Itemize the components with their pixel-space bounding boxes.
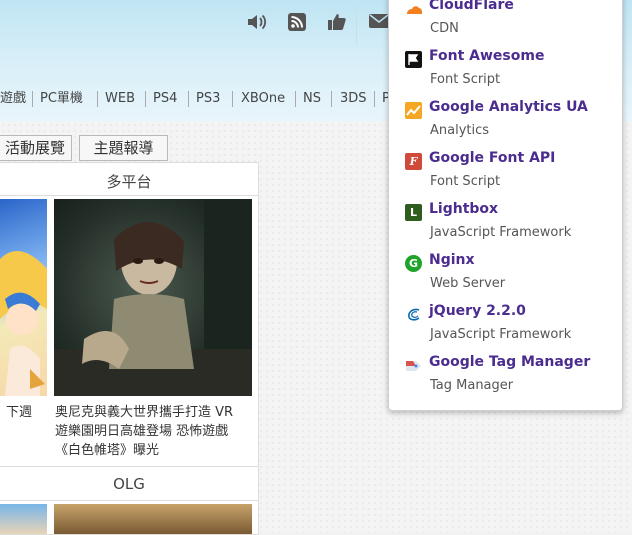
tech-detection-popup: CloudFlare CDN Font Awesome Font Script …	[388, 0, 623, 411]
tech-category: JavaScript Framework	[430, 327, 572, 342]
caption-line: 遊樂園明日高雄登場 恐怖遊戲	[55, 424, 229, 439]
tech-item[interactable]: jQuery 2.2.0 JavaScript Framework	[405, 303, 615, 351]
font-awesome-icon	[405, 51, 422, 68]
tech-name: Nginx	[429, 252, 475, 268]
caption-line: 《白色帷塔》曝光	[55, 443, 160, 458]
jquery-icon	[405, 306, 422, 323]
nav-divider	[295, 91, 296, 107]
left-caption[interactable]: 下週	[6, 403, 32, 422]
horror-game-thumbnail[interactable]	[54, 199, 252, 396]
nav-divider	[331, 91, 332, 107]
tech-category: Tag Manager	[430, 378, 514, 393]
tech-category: Web Server	[430, 276, 506, 291]
section-title-multiplatform: 多平台	[106, 173, 152, 191]
tech-category: CDN	[430, 21, 459, 36]
tech-name: CloudFlare	[429, 0, 514, 13]
right-caption[interactable]: 奥尼克與義大世界攜手打造 VR 遊樂園明日高雄登場 恐怖遊戲 《白色帷塔》曝光	[55, 403, 255, 460]
tech-item[interactable]: Font Awesome Font Script	[405, 48, 615, 96]
olg-thumbnail-left[interactable]	[0, 504, 47, 534]
nav-item[interactable]: PS3	[196, 88, 220, 110]
nav-item[interactable]: PC單機	[40, 88, 83, 110]
tech-item[interactable]: G Nginx Web Server	[405, 252, 615, 300]
anime-thumbnail[interactable]	[0, 199, 47, 396]
nav-divider	[232, 91, 233, 107]
google-analytics-icon	[405, 102, 422, 119]
thumbs-up-icon[interactable]	[324, 10, 350, 36]
tech-item[interactable]: CloudFlare CDN	[405, 0, 615, 45]
nav-divider	[145, 91, 146, 107]
header-divider	[356, 4, 357, 44]
nginx-icon: G	[405, 255, 422, 272]
nav-item[interactable]: 遊戲	[0, 88, 26, 110]
section-title-olg: OLG	[113, 475, 145, 493]
divider	[0, 466, 258, 467]
tech-name: jQuery 2.2.0	[429, 303, 526, 319]
tech-category: Font Script	[430, 72, 501, 87]
tech-name: Google Font API	[429, 150, 556, 166]
google-tag-manager-icon	[405, 357, 422, 374]
tech-category: JavaScript Framework	[430, 225, 572, 240]
olg-thumbnail-right[interactable]	[54, 504, 252, 534]
rss-icon[interactable]	[284, 10, 310, 36]
tech-item[interactable]: F Google Font API Font Script	[405, 150, 615, 198]
tab-features[interactable]: 主題報導	[79, 135, 168, 161]
tech-category: Font Script	[430, 174, 501, 189]
volume-icon[interactable]	[244, 10, 270, 36]
tech-item[interactable]: L Lightbox JavaScript Framework	[405, 201, 615, 249]
nav-divider	[97, 91, 98, 107]
cloudflare-icon	[405, 0, 422, 17]
nav-divider	[374, 91, 375, 107]
news-panel: 多平台 下週 奥尼克與義大世界攜手打造 VR 遊樂園明日高雄登場 恐怖遊戲 《白…	[0, 162, 259, 535]
nav-item[interactable]: PS4	[153, 88, 177, 110]
tech-name: Font Awesome	[429, 48, 545, 64]
tech-name: Google Tag Manager	[429, 354, 591, 370]
divider	[0, 500, 258, 501]
tech-item[interactable]: Google Tag Manager Tag Manager	[405, 354, 615, 402]
nav-divider	[32, 91, 33, 107]
divider	[0, 195, 258, 196]
nav-divider	[188, 91, 189, 107]
nav-item[interactable]: 3DS	[340, 88, 367, 110]
tech-item[interactable]: Google Analytics UA Analytics	[405, 99, 615, 147]
tab-events[interactable]: 活動展覽	[0, 135, 72, 161]
tech-name: Lightbox	[429, 201, 499, 217]
tech-category: Analytics	[430, 123, 490, 138]
nav-item[interactable]: XBOne	[241, 88, 285, 110]
tech-name: Google Analytics UA	[429, 99, 588, 115]
caption-line: 奥尼克與義大世界攜手打造 VR	[55, 405, 234, 420]
google-font-api-icon: F	[405, 153, 422, 170]
nav-item[interactable]: NS	[303, 88, 321, 110]
nav-item[interactable]: WEB	[105, 88, 135, 110]
lightbox-icon: L	[405, 204, 422, 221]
